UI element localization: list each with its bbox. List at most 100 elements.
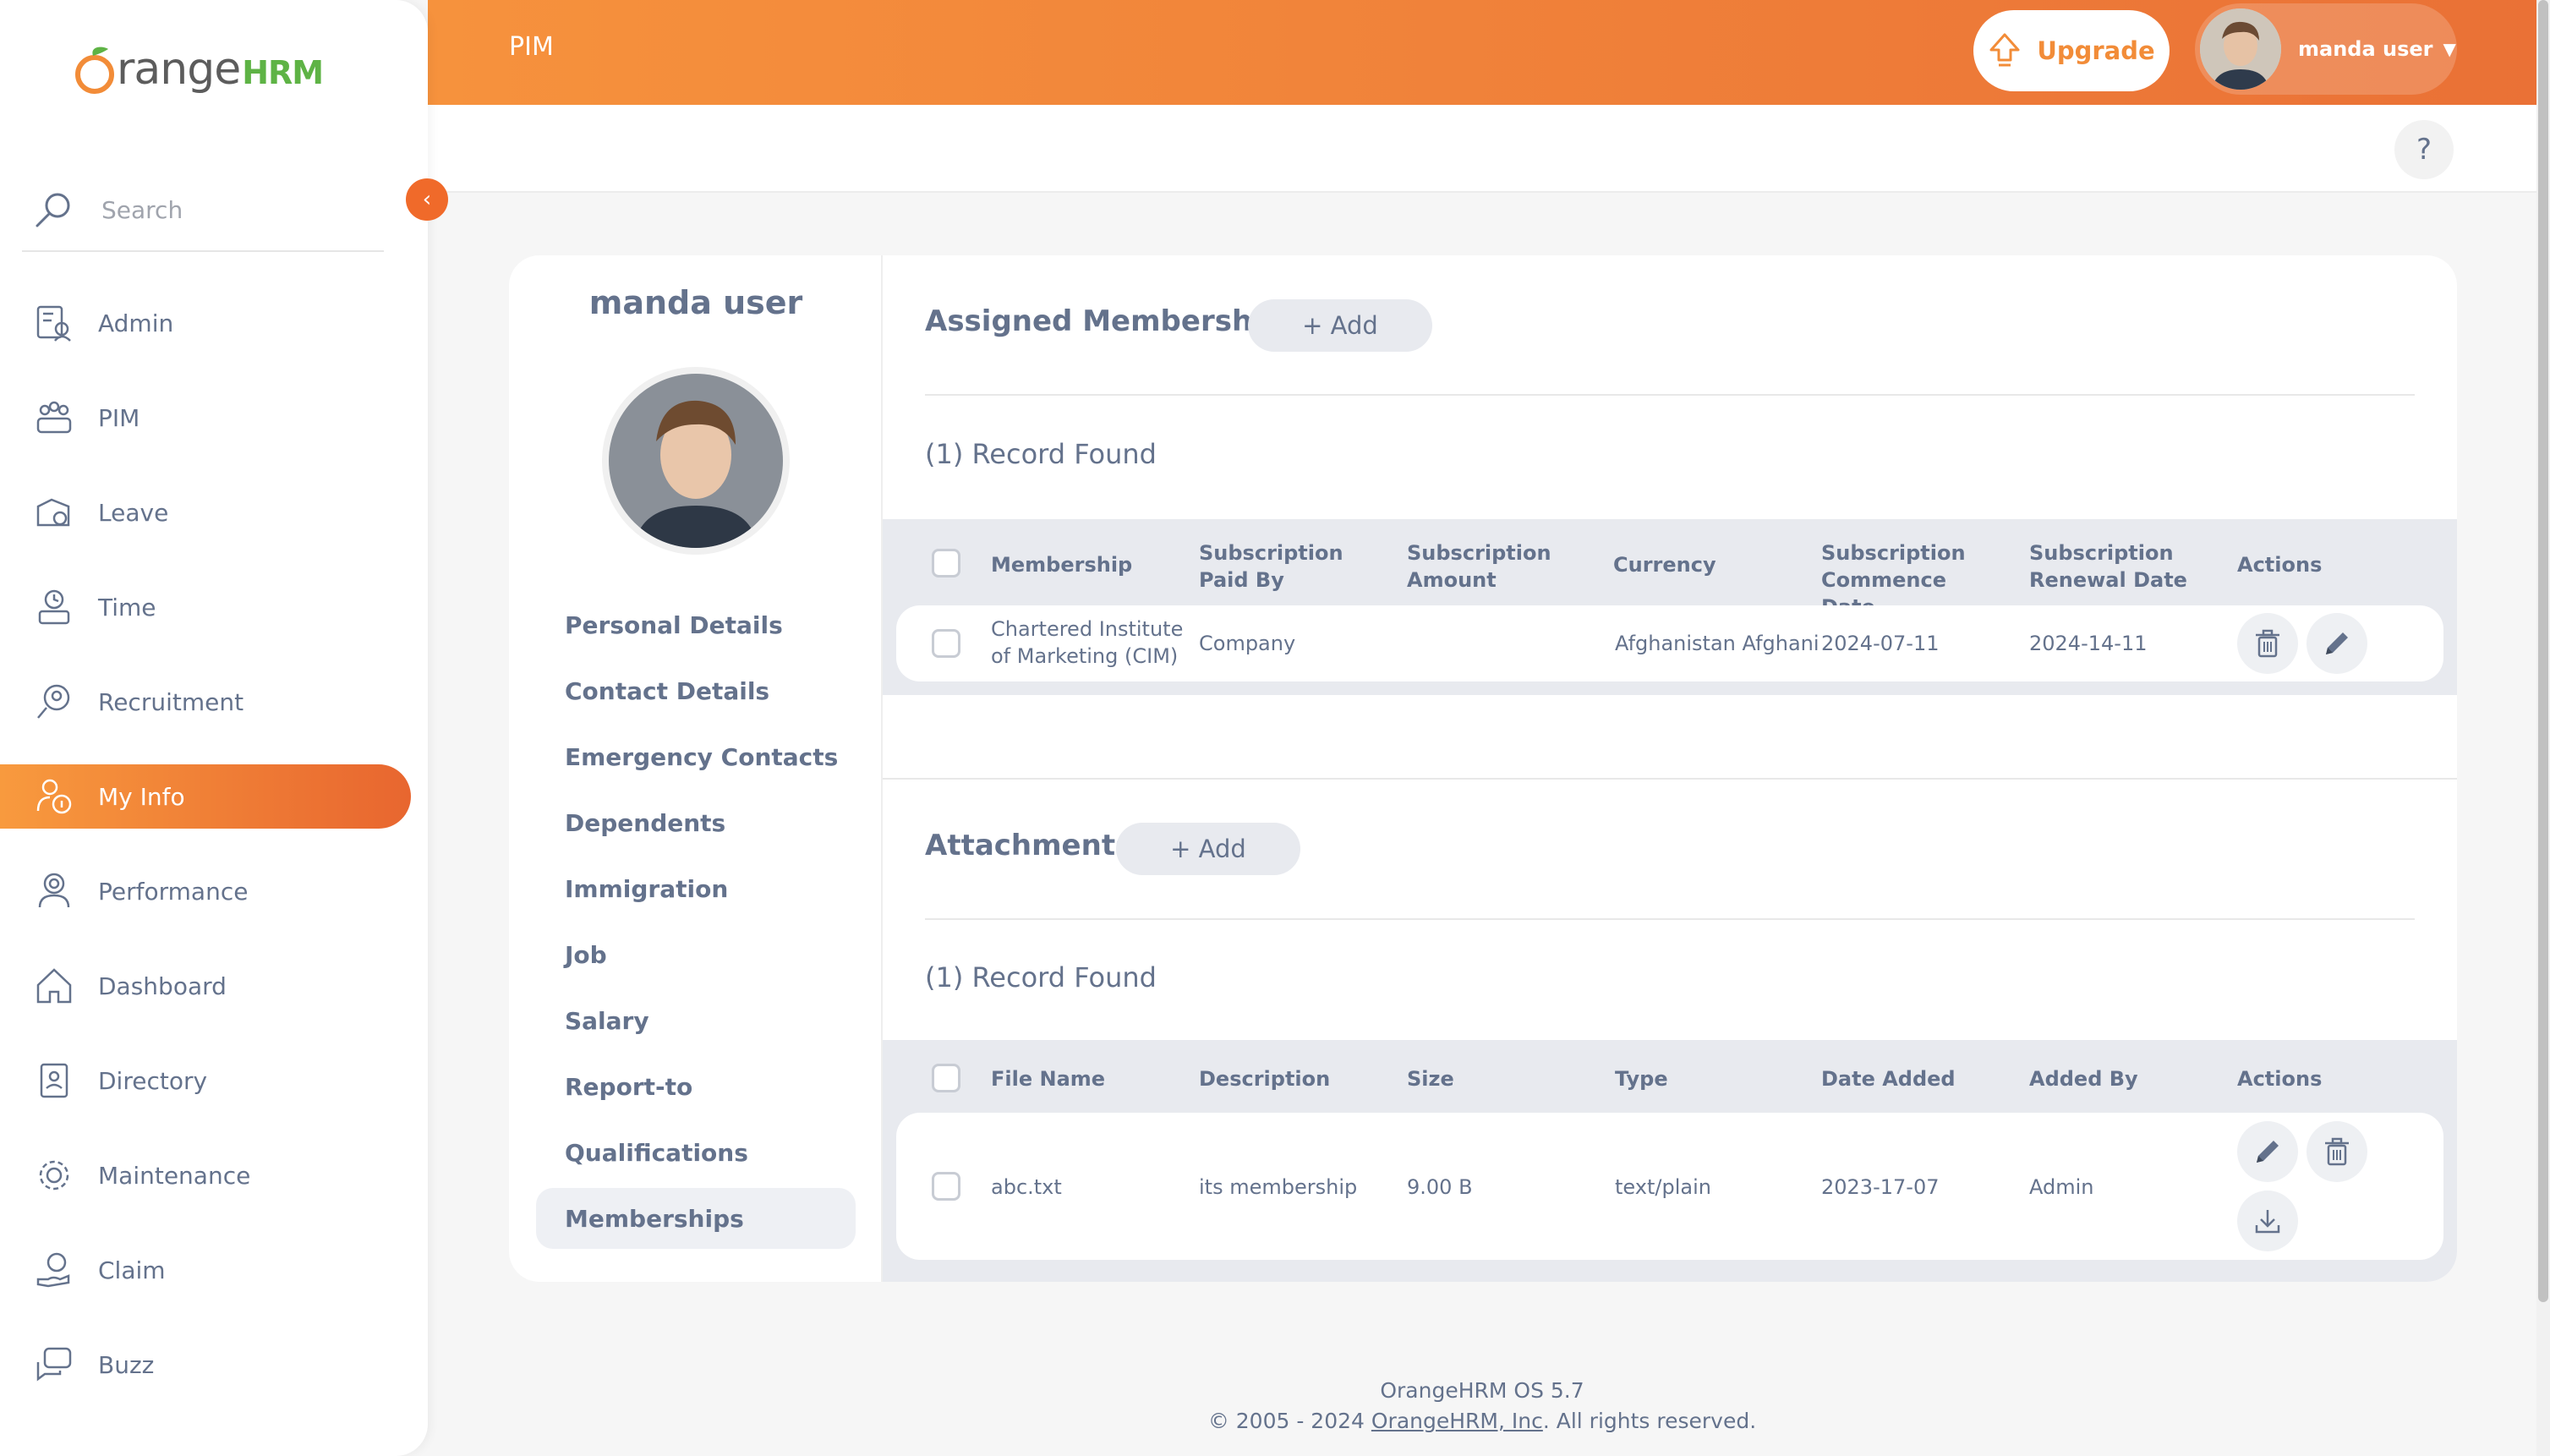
sidebar-item-recruitment[interactable]: Recruitment [0, 670, 411, 734]
select-all-checkbox[interactable] [932, 549, 960, 577]
column-header: Size [1407, 1067, 1454, 1091]
edit-button[interactable] [2237, 1121, 2298, 1182]
page-title: PIM [509, 32, 554, 62]
orange-logo-icon [75, 47, 114, 94]
sidebar-item-admin[interactable]: Admin [0, 291, 411, 355]
sidebar-item-performance[interactable]: Performance [0, 859, 411, 923]
sidebar-item-label: PIM [98, 403, 140, 432]
sidebar-item-label: Admin [98, 309, 174, 337]
paid-by-cell: Company [1199, 632, 1296, 655]
tab-report-to[interactable]: Report-to [536, 1056, 856, 1117]
pencil-icon [2257, 1141, 2279, 1163]
avatar [2200, 8, 2281, 90]
column-header: Currency [1613, 553, 1716, 577]
delete-button[interactable] [2306, 1121, 2367, 1182]
tab-dependents[interactable]: Dependents [536, 792, 856, 853]
commence-date-cell: 2024-07-11 [1821, 632, 1940, 655]
add-membership-button[interactable]: + Add [1248, 299, 1432, 352]
attachments-table: File Name Description Size Type Date Add… [883, 1040, 2457, 1282]
profile-photo[interactable] [602, 367, 790, 555]
leave-icon [32, 490, 76, 534]
currency-cell: Afghanistan Afghani [1615, 632, 1819, 655]
sidebar-item-label: Buzz [98, 1350, 155, 1379]
table-row[interactable]: Chartered Institute of Marketing (CIM) C… [896, 605, 2443, 681]
chevron-left-icon: ‹ [422, 187, 432, 212]
footer-version: OrangeHRM OS 5.7 [1380, 1378, 1584, 1403]
date-added-cell: 2023-17-07 [1821, 1175, 1940, 1199]
sidebar-item-claim[interactable]: Claim [0, 1238, 411, 1302]
column-header: Actions [2237, 1067, 2323, 1091]
orangehrm-link[interactable]: OrangeHRM, Inc [1371, 1409, 1543, 1433]
pencil-icon [2326, 632, 2348, 654]
delete-button[interactable] [2237, 613, 2298, 674]
sidebar-item-buzz[interactable]: Buzz [0, 1333, 411, 1397]
sidebar-item-pim[interactable]: PIM [0, 386, 411, 450]
memberships-table-header: Membership Subscription Paid By Subscrip… [883, 519, 2457, 619]
row-checkbox[interactable] [932, 629, 960, 658]
divider [925, 394, 2415, 396]
file-name-cell: abc.txt [991, 1175, 1062, 1199]
divider [925, 918, 2415, 920]
logo-text: range [117, 44, 241, 95]
sidebar-item-dashboard[interactable]: Dashboard [0, 954, 411, 1018]
sidebar-item-my-info[interactable]: My Info [0, 764, 411, 829]
pim-icon [32, 396, 76, 440]
size-cell: 9.00 B [1407, 1175, 1473, 1199]
profile-column: manda user Personal Details Contact Deta… [509, 255, 883, 1282]
sidebar-item-label: Dashboard [98, 972, 227, 1000]
tab-job[interactable]: Job [536, 924, 856, 985]
orangehrm-logo[interactable]: range HRM [74, 44, 324, 95]
table-row[interactable]: abc.txt its membership 9.00 B text/plain… [896, 1113, 2443, 1260]
scrollbar-thumb[interactable] [2538, 0, 2548, 1302]
buzz-icon [32, 1343, 76, 1387]
column-header: Subscription Amount [1407, 541, 1551, 592]
attachments-record-count: (1) Record Found [925, 961, 1157, 993]
row-checkbox[interactable] [932, 1172, 960, 1201]
type-cell: text/plain [1615, 1175, 1711, 1199]
sidebar-collapse-button[interactable]: ‹ [406, 178, 448, 221]
sidebar-item-label: Claim [98, 1256, 166, 1284]
upgrade-button[interactable]: Upgrade [1973, 10, 2170, 91]
tab-qualifications[interactable]: Qualifications [536, 1122, 856, 1183]
add-attachment-button[interactable]: + Add [1116, 823, 1300, 875]
sidebar-item-directory[interactable]: Directory [0, 1048, 411, 1113]
column-header: Added By [2029, 1067, 2138, 1091]
page-scrollbar[interactable] [2536, 0, 2550, 1456]
help-button[interactable]: ? [2394, 120, 2454, 179]
download-button[interactable] [2237, 1191, 2298, 1251]
edit-button[interactable] [2306, 613, 2367, 674]
sidebar-item-label: Recruitment [98, 687, 244, 716]
tab-immigration[interactable]: Immigration [536, 858, 856, 919]
tab-salary[interactable]: Salary [536, 990, 856, 1051]
time-icon [32, 585, 76, 629]
claim-icon [32, 1248, 76, 1292]
tab-contact-details[interactable]: Contact Details [536, 660, 856, 721]
sidebar-item-maintenance[interactable]: Maintenance [0, 1143, 411, 1207]
memberships-table: Membership Subscription Paid By Subscrip… [883, 519, 2457, 695]
user-dropdown[interactable]: manda user ▼ [2195, 3, 2457, 95]
renewal-date-cell: 2024-14-11 [2029, 632, 2148, 655]
sidebar: range HRM Search Admin PIM Leave Time Rec… [0, 0, 428, 1456]
sidebar-search[interactable]: Search [22, 169, 384, 252]
column-header: Subscription Renewal Date [2029, 541, 2187, 592]
sidebar-item-label: My Info [98, 782, 185, 811]
tab-memberships[interactable]: Memberships [536, 1188, 856, 1249]
search-icon [36, 193, 70, 227]
trash-icon [2325, 1137, 2349, 1166]
attachments-title: Attachments [925, 829, 1133, 862]
search-input[interactable]: Search [101, 196, 183, 224]
upgrade-arrow-icon [1989, 33, 2020, 67]
employee-card: manda user Personal Details Contact Deta… [509, 255, 2457, 1282]
select-all-checkbox[interactable] [932, 1064, 960, 1092]
memberships-panel: Assigned Memberships + Add (1) Record Fo… [883, 255, 2457, 1282]
copyright-prefix: © 2005 - 2024 [1207, 1409, 1371, 1433]
column-header: Type [1615, 1067, 1668, 1091]
memberships-title: Assigned Memberships [925, 304, 1300, 338]
sidebar-item-time[interactable]: Time [0, 575, 411, 639]
recruitment-icon [32, 680, 76, 724]
sub-header: ? [428, 105, 2536, 193]
sidebar-item-leave[interactable]: Leave [0, 480, 411, 545]
tab-personal-details[interactable]: Personal Details [536, 594, 856, 655]
tab-emergency-contacts[interactable]: Emergency Contacts [536, 726, 856, 787]
trash-icon [2256, 629, 2279, 658]
